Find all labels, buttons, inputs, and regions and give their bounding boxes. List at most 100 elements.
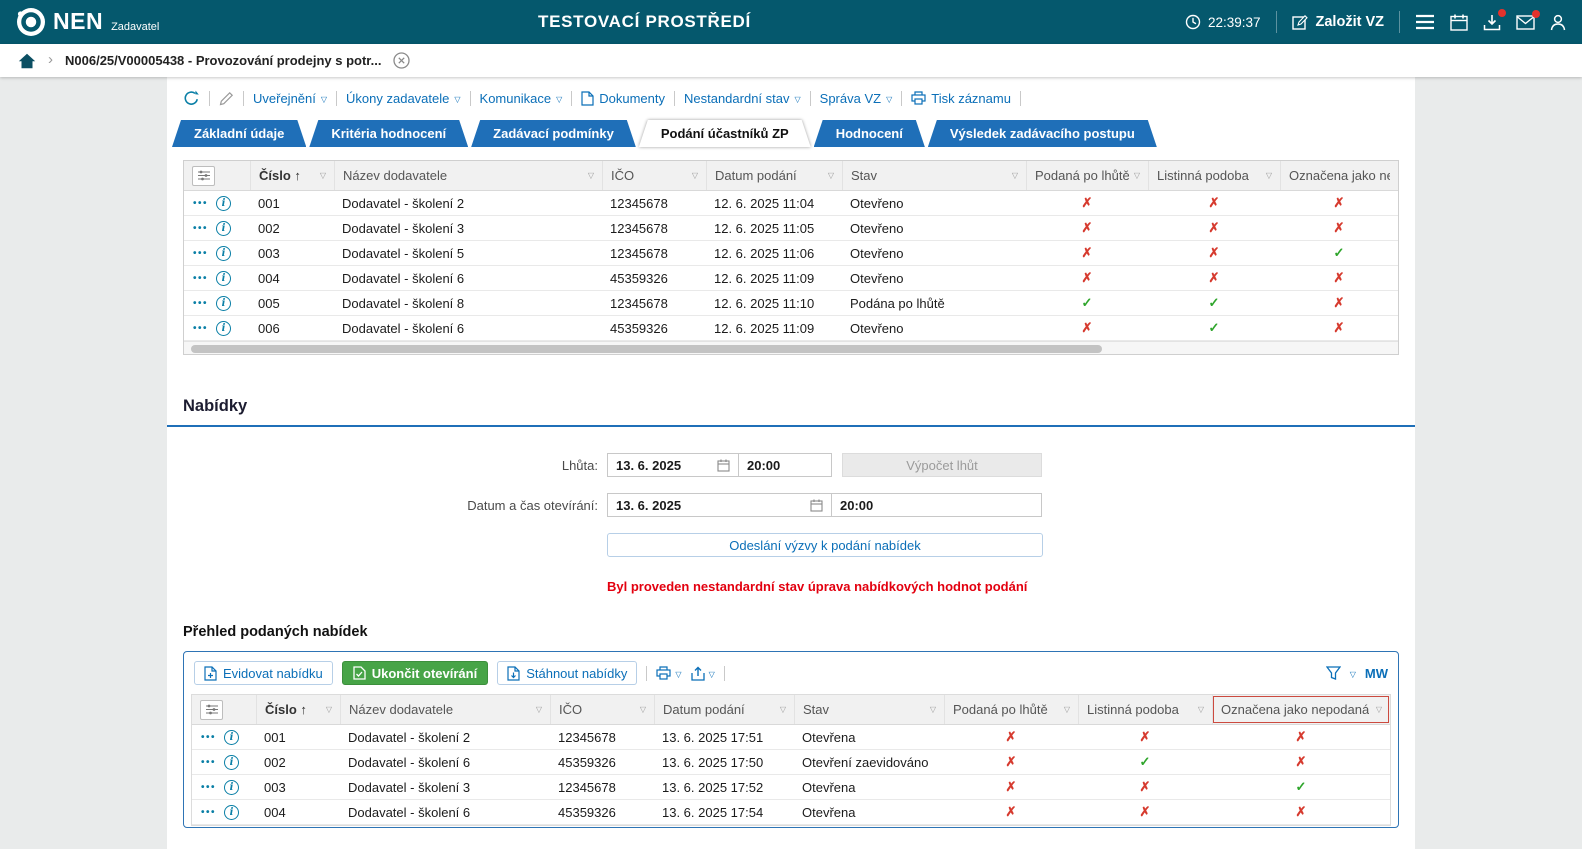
table-row[interactable]: •••i003Dodavatel - školení 31234567813. … bbox=[192, 775, 1390, 800]
column-header[interactable]: Označena jako nepodaná bbox=[1280, 161, 1398, 190]
toolbar-item[interactable]: Úkony zadavatele▽ bbox=[346, 91, 461, 106]
filter-caret-icon[interactable]: ▽ bbox=[326, 705, 332, 714]
column-header[interactable]: Stav▽ bbox=[794, 695, 944, 724]
row-info-icon[interactable]: i bbox=[216, 246, 231, 261]
column-header[interactable]: Listinná podoba▽ bbox=[1148, 161, 1280, 190]
table-row[interactable]: •••i001Dodavatel - školení 21234567812. … bbox=[184, 191, 1398, 216]
filter-caret-icon[interactable]: ▽ bbox=[588, 171, 594, 180]
column-header[interactable]: Podaná po lhůtě▽ bbox=[1026, 161, 1148, 190]
column-header[interactable]: Datum podání▽ bbox=[654, 695, 794, 724]
row-menu-icon[interactable]: ••• bbox=[201, 757, 216, 768]
history-undo-icon[interactable] bbox=[183, 90, 200, 106]
row-menu-icon[interactable]: ••• bbox=[193, 273, 208, 284]
filter-caret-icon[interactable]: ▽ bbox=[780, 705, 786, 714]
column-header[interactable]: Název dodavatele▽ bbox=[340, 695, 550, 724]
filter-caret-icon[interactable]: ▽ bbox=[640, 705, 646, 714]
column-header[interactable]: Listinná podoba▽ bbox=[1078, 695, 1212, 724]
messages-icon[interactable] bbox=[1516, 15, 1535, 30]
row-menu-icon[interactable]: ••• bbox=[193, 248, 208, 259]
toolbar-item[interactable]: Správa VZ▽ bbox=[820, 91, 893, 106]
opening-time-input[interactable]: 20:00 bbox=[832, 493, 1042, 517]
filter-caret-icon[interactable]: ▽ bbox=[1198, 705, 1204, 714]
row-menu-icon[interactable]: ••• bbox=[201, 782, 216, 793]
column-settings-icon[interactable] bbox=[192, 166, 215, 186]
row-menu-icon[interactable]: ••• bbox=[193, 298, 208, 309]
column-header[interactable]: IČO▽ bbox=[602, 161, 706, 190]
tab-zadavaci-podminky[interactable]: Zadávací podmínky bbox=[471, 120, 636, 147]
toolbar-item[interactable]: Komunikace▽ bbox=[480, 91, 563, 106]
calendar-small-icon[interactable] bbox=[717, 459, 730, 472]
table-row[interactable]: •••i001Dodavatel - školení 21234567813. … bbox=[192, 725, 1390, 750]
filter-caret-icon[interactable]: ▽ bbox=[1266, 171, 1272, 180]
toolbar-item[interactable]: Dokumenty bbox=[581, 91, 665, 106]
deadline-time-input[interactable]: 20:00 bbox=[739, 453, 832, 477]
chevron-down-icon[interactable]: ▽ bbox=[1350, 670, 1356, 679]
table-row[interactable]: •••i006Dodavatel - školení 64535932612. … bbox=[184, 316, 1398, 341]
table-row[interactable]: •••i004Dodavatel - školení 64535932613. … bbox=[192, 800, 1390, 825]
menu-hamburger-icon[interactable] bbox=[1415, 14, 1435, 30]
column-settings-icon[interactable] bbox=[200, 700, 223, 720]
column-header[interactable]: Podaná po lhůtě▽ bbox=[944, 695, 1078, 724]
close-record-icon[interactable] bbox=[393, 52, 410, 69]
user-profile-icon[interactable] bbox=[1550, 14, 1566, 31]
column-header[interactable]: Číslo ↑▽ bbox=[250, 161, 334, 190]
row-menu-icon[interactable]: ••• bbox=[193, 323, 208, 334]
row-info-icon[interactable]: i bbox=[224, 730, 239, 745]
filter-caret-icon[interactable]: ▽ bbox=[692, 171, 698, 180]
table-row[interactable]: •••i002Dodavatel - školení 64535932613. … bbox=[192, 750, 1390, 775]
tab-podani-ucastniku-zp[interactable]: Podání účastníků ZP bbox=[639, 120, 811, 147]
table-row[interactable]: •••i003Dodavatel - školení 51234567812. … bbox=[184, 241, 1398, 266]
filter-funnel-icon[interactable] bbox=[1326, 666, 1341, 680]
filter-caret-icon[interactable]: ▽ bbox=[930, 705, 936, 714]
tab-kriteria-hodnoceni[interactable]: Kritéria hodnocení bbox=[309, 120, 468, 147]
print-menu-button[interactable]: ▽ bbox=[656, 666, 681, 680]
calculate-deadlines-button[interactable]: Výpočet lhůt bbox=[842, 453, 1042, 477]
row-info-icon[interactable]: i bbox=[216, 321, 231, 336]
filter-caret-icon[interactable]: ▽ bbox=[1376, 705, 1382, 714]
home-icon[interactable] bbox=[18, 53, 36, 69]
toolbar-item[interactable]: Uveřejnění▽ bbox=[253, 91, 327, 106]
column-header[interactable]: Datum podání▽ bbox=[706, 161, 842, 190]
filter-caret-icon[interactable]: ▽ bbox=[320, 171, 326, 180]
tab-vysledek-zadavaciho-postupu[interactable]: Výsledek zadávacího postupu bbox=[928, 120, 1157, 147]
row-info-icon[interactable]: i bbox=[224, 780, 239, 795]
download-offers-button[interactable]: Stáhnout nabídky bbox=[497, 661, 637, 685]
filter-caret-icon[interactable]: ▽ bbox=[1134, 171, 1140, 180]
send-invitation-button[interactable]: Odeslání výzvy k podání nabídek bbox=[607, 533, 1043, 557]
table-row[interactable]: •••i005Dodavatel - školení 81234567812. … bbox=[184, 291, 1398, 316]
row-menu-icon[interactable]: ••• bbox=[193, 223, 208, 234]
column-header[interactable]: Označena jako nepodaná▽ bbox=[1212, 695, 1390, 724]
opening-date-input[interactable]: 13. 6. 2025 bbox=[607, 493, 832, 517]
register-offer-button[interactable]: Evidovat nabídku bbox=[194, 661, 333, 685]
row-info-icon[interactable]: i bbox=[216, 221, 231, 236]
horizontal-scrollbar[interactable] bbox=[184, 341, 1398, 354]
column-header[interactable]: IČO▽ bbox=[550, 695, 654, 724]
deadline-date-input[interactable]: 13. 6. 2025 bbox=[607, 453, 739, 477]
row-info-icon[interactable]: i bbox=[216, 196, 231, 211]
downloads-icon[interactable] bbox=[1483, 14, 1501, 31]
create-vz-button[interactable]: Založit VZ bbox=[1292, 14, 1384, 31]
row-menu-icon[interactable]: ••• bbox=[193, 198, 208, 209]
filter-caret-icon[interactable]: ▽ bbox=[1064, 705, 1070, 714]
scrollbar-thumb[interactable] bbox=[191, 345, 1102, 353]
row-menu-icon[interactable]: ••• bbox=[201, 732, 216, 743]
export-menu-button[interactable]: ▽ bbox=[691, 666, 715, 681]
table-row[interactable]: •••i004Dodavatel - školení 64535932612. … bbox=[184, 266, 1398, 291]
column-header[interactable]: Název dodavatele▽ bbox=[334, 161, 602, 190]
tab-hodnoceni[interactable]: Hodnocení bbox=[814, 120, 925, 147]
table-row[interactable]: •••i002Dodavatel - školení 31234567812. … bbox=[184, 216, 1398, 241]
row-info-icon[interactable]: i bbox=[216, 296, 231, 311]
filter-caret-icon[interactable]: ▽ bbox=[536, 705, 542, 714]
mw-views-button[interactable]: MW bbox=[1365, 666, 1388, 681]
finish-opening-button[interactable]: Ukončit otevírání bbox=[342, 661, 488, 685]
column-header[interactable]: Stav▽ bbox=[842, 161, 1026, 190]
calendar-icon[interactable] bbox=[1450, 14, 1468, 31]
row-info-icon[interactable]: i bbox=[224, 755, 239, 770]
edit-pencil-icon[interactable] bbox=[219, 91, 234, 106]
toolbar-item[interactable]: Tisk záznamu bbox=[911, 91, 1011, 106]
row-info-icon[interactable]: i bbox=[216, 271, 231, 286]
breadcrumb-record-title[interactable]: N006/25/V00005438 - Provozování prodejny… bbox=[65, 53, 381, 68]
filter-caret-icon[interactable]: ▽ bbox=[1012, 171, 1018, 180]
toolbar-item[interactable]: Nestandardní stav▽ bbox=[684, 91, 801, 106]
filter-caret-icon[interactable]: ▽ bbox=[828, 171, 834, 180]
